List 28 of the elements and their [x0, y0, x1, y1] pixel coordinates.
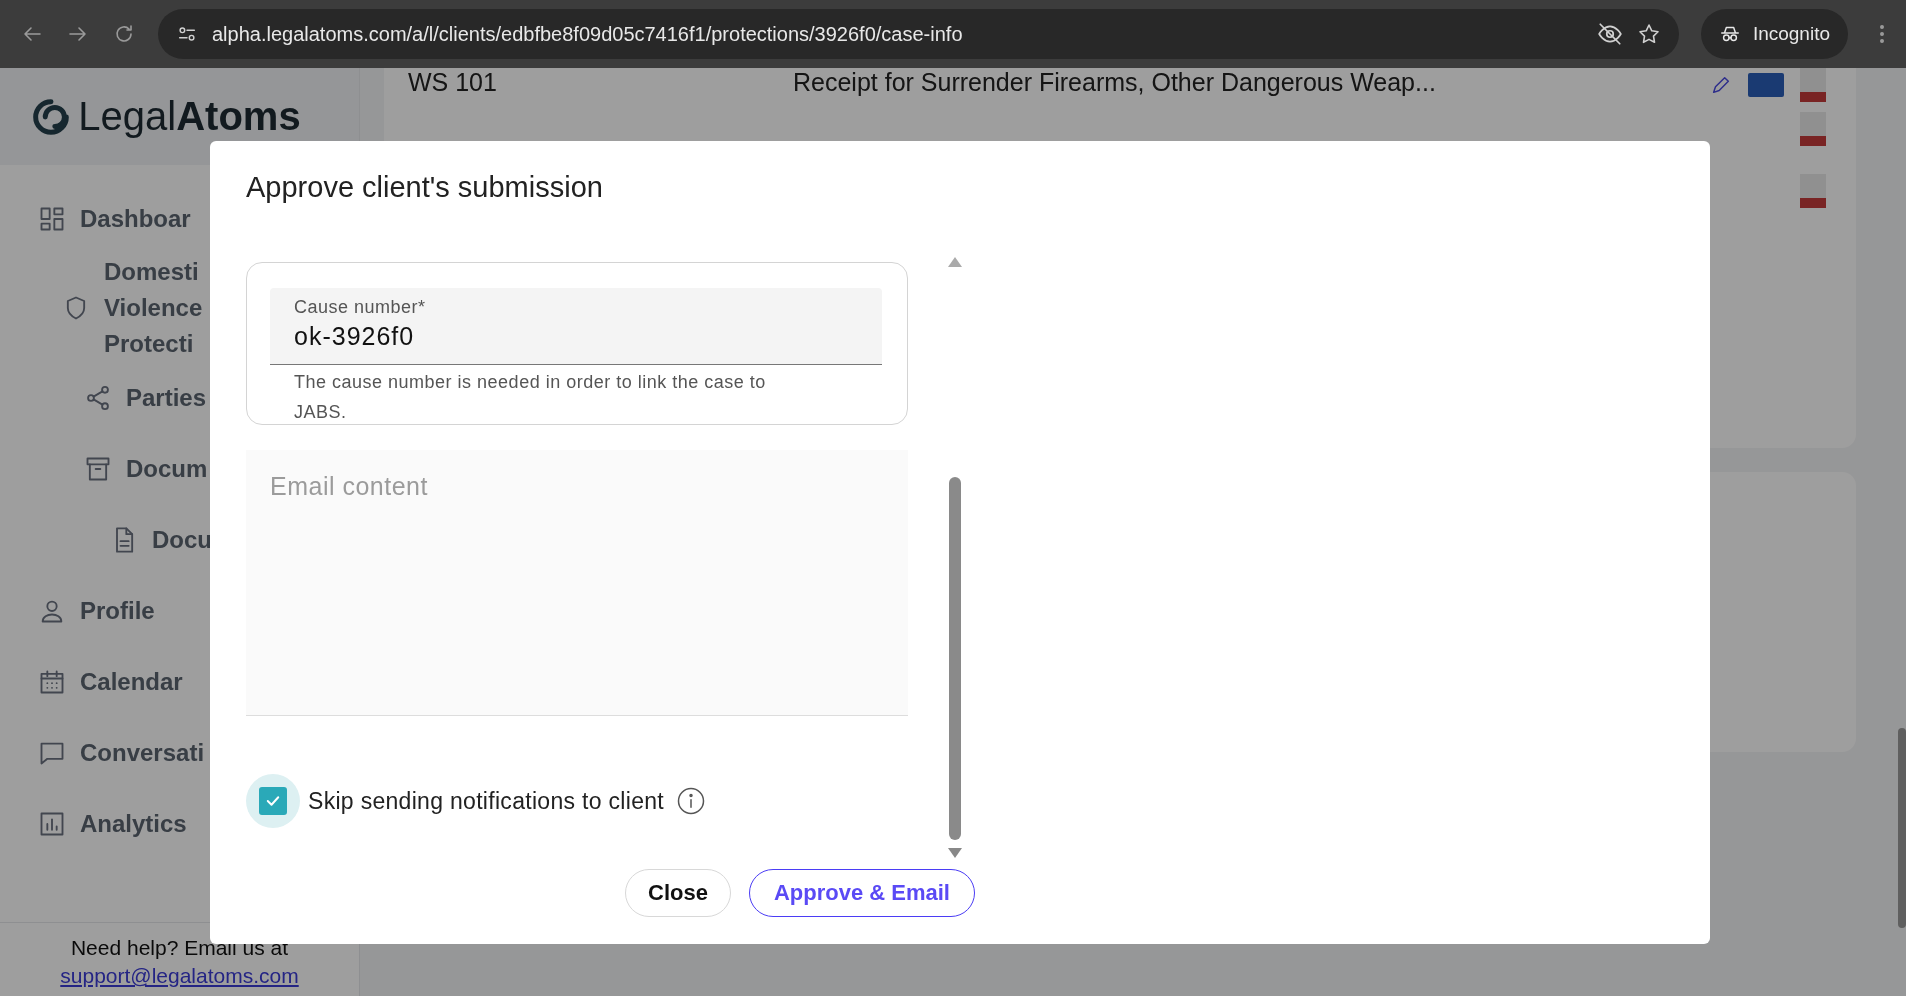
checkbox[interactable]	[259, 787, 287, 815]
checkbox-label: Skip sending notifications to client	[308, 787, 664, 815]
scrollbar-thumb[interactable]	[1898, 728, 1906, 928]
pdf-file-icon[interactable]	[1800, 112, 1826, 146]
pdf-file-icon[interactable]	[1800, 68, 1826, 102]
cause-number-field[interactable]: Cause number* ok-3926f0	[270, 288, 882, 365]
pencil-icon[interactable]	[1710, 74, 1732, 96]
star-icon[interactable]	[1636, 22, 1661, 46]
sidebar-item[interactable]: Conversati	[0, 717, 359, 788]
email-content-field[interactable]: Email content	[246, 450, 908, 716]
dialog-title: Approve client's submission	[246, 171, 604, 205]
scroll-up-arrow[interactable]	[948, 257, 962, 267]
document-title: Receipt for Surrender Firearms, Other Dangerous Weap...	[793, 68, 1437, 97]
help-text: Need help? Email us at	[69, 935, 290, 961]
address-bar[interactable]: alpha.legalatoms.com/a/l/clients/edbfbe8f09d05c7416f1/protections/3926f0/case-info	[158, 9, 1679, 59]
scrollbar-thumb[interactable]	[949, 477, 961, 840]
close-button[interactable]: Close	[625, 869, 731, 917]
document-name: WS 101	[408, 68, 498, 97]
incognito-badge[interactable]: Incognito	[1700, 9, 1848, 59]
email-link[interactable]: support@legalatoms.com	[0, 963, 359, 989]
approve-button[interactable]: Approve & Email	[748, 869, 975, 917]
info-icon[interactable]	[676, 786, 706, 816]
scroll-down-arrow[interactable]	[948, 848, 962, 858]
share-icon	[84, 383, 112, 412]
url-text: alpha.legalatoms.com/a/l/clients/edbfbe8f09d05c7416f1/protections/3926f0/case-info	[212, 22, 963, 46]
pdf-file-icon[interactable]	[1800, 174, 1826, 208]
eye-off-icon[interactable]	[1596, 21, 1623, 47]
helper-text: The cause number is needed in order to link the case to JABS.	[293, 371, 767, 424]
